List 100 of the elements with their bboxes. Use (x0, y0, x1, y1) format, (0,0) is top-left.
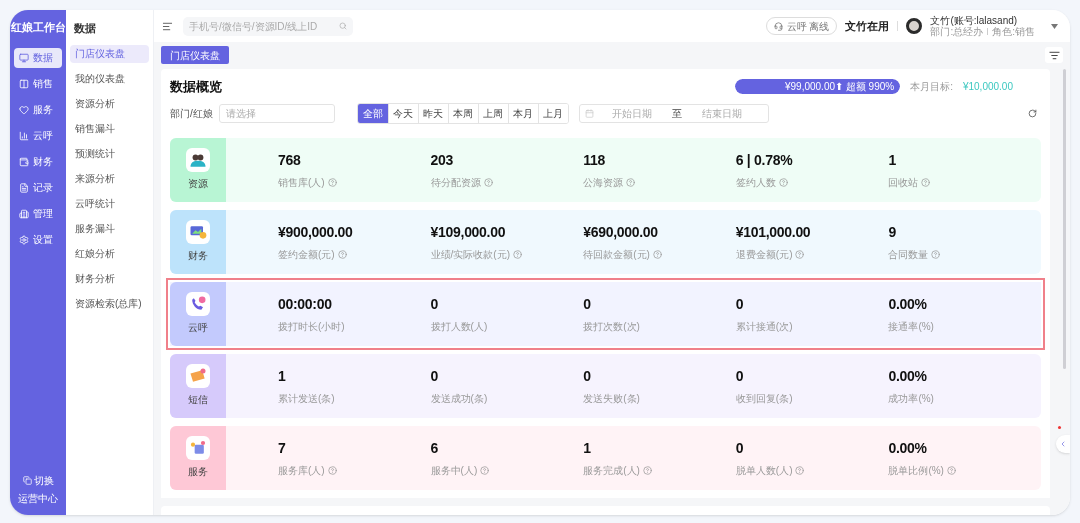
help-icon[interactable] (327, 465, 337, 475)
stat-value: 7 (278, 438, 287, 458)
service-icon (186, 436, 210, 460)
stat-value: 118 (583, 150, 606, 170)
stat-value: 0 (430, 294, 440, 314)
collapse-handle[interactable] (1056, 435, 1070, 453)
stat-label: 业绩/实际收款(元) (430, 247, 511, 262)
user-avatar[interactable] (906, 18, 923, 34)
stat-value: 1 (888, 150, 897, 170)
nav-item[interactable]: 记录 (14, 177, 62, 198)
help-icon[interactable] (337, 249, 347, 259)
nav-item[interactable]: 服务 (14, 99, 62, 120)
stat-value: ¥109,000.00 (430, 222, 507, 242)
category-label: 服务 (188, 465, 208, 479)
user-role: 角色:销售 (992, 26, 1035, 37)
category-label: 云呼 (188, 321, 208, 335)
stat-label: 接通率(%) (888, 319, 934, 334)
stat-value: 6 (430, 438, 440, 458)
stat-value: ¥101,000.00 (735, 222, 812, 242)
nav-item[interactable]: 设置 (14, 229, 62, 250)
nav-icon (19, 208, 29, 219)
category-label: 短信 (188, 393, 208, 407)
help-icon[interactable] (513, 249, 523, 259)
stat-label: 待分配资源 (430, 175, 481, 190)
stat-label: 发送成功(条) (430, 391, 488, 406)
switch-button[interactable]: 切换 (22, 473, 54, 488)
submenu-item[interactable]: 来源分析 (70, 169, 149, 188)
menu-icon[interactable] (162, 20, 173, 32)
nav-item[interactable]: 财务 (14, 151, 62, 172)
nav-icon (19, 78, 29, 89)
switch-target: 运营中心 (18, 492, 58, 506)
filter-label: 部门/红娘 (170, 106, 213, 121)
help-icon[interactable] (795, 465, 805, 475)
submenu-item[interactable]: 销售漏斗 (70, 119, 149, 138)
target-value: ¥10,000.00 (962, 80, 1013, 95)
period-tab[interactable]: 全部 (357, 103, 388, 123)
submenu-item[interactable]: 云呼统计 (70, 194, 149, 213)
help-icon[interactable] (946, 465, 956, 475)
refresh-icon[interactable] (1028, 108, 1037, 118)
submenu-item[interactable]: 资源分析 (70, 94, 149, 113)
stat-label: 公海资源 (583, 175, 624, 190)
submenu-item[interactable]: 资源检索(总库) (70, 294, 149, 313)
nav-icon (19, 104, 29, 115)
user-department: 部门:总经办 (930, 26, 984, 37)
stat-value: 0.00% (888, 438, 928, 458)
help-icon[interactable] (778, 177, 788, 187)
nav-icon (19, 52, 29, 63)
submenu-item[interactable]: 财务分析 (70, 269, 149, 288)
progress-text: ¥99,000.00⬆ 超额 990% (784, 80, 895, 95)
page-tab[interactable]: 门店仪表盘 (161, 46, 229, 64)
help-icon[interactable] (642, 465, 652, 475)
in-use-label: 文竹在用 (845, 18, 890, 34)
stat-label: 拨打次数(次) (583, 319, 640, 334)
period-tab[interactable]: 上月 (537, 103, 568, 123)
stat-value: 0 (430, 366, 440, 386)
stat-value: 9 (888, 222, 897, 242)
category-label: 财务 (188, 249, 208, 263)
help-icon[interactable] (480, 465, 490, 475)
stat-value: 0 (735, 366, 745, 386)
stat-label: 发送失败(条) (583, 391, 640, 406)
submenu-title: 数据 (73, 21, 97, 36)
help-icon[interactable] (483, 177, 493, 187)
category-label: 资源 (188, 177, 208, 191)
help-icon[interactable] (931, 249, 941, 259)
help-icon[interactable] (795, 249, 805, 259)
people-icon (186, 148, 210, 172)
stat-label: 回收站 (888, 175, 919, 190)
submenu-item[interactable]: 红娘分析 (70, 244, 149, 263)
stat-value: 1 (278, 366, 287, 386)
help-icon[interactable] (327, 177, 337, 187)
stat-value: 0.00% (888, 294, 928, 314)
stat-label: 成功率(%) (888, 391, 934, 406)
stat-label: 累计发送(条) (278, 391, 335, 406)
headset-icon (773, 21, 783, 31)
submenu-item[interactable]: 我的仪表盘 (70, 69, 149, 88)
help-icon[interactable] (921, 177, 931, 187)
stat-value: 0.00% (888, 366, 928, 386)
stat-label: 签约人数 (735, 175, 776, 190)
nav-item[interactable]: 数据 (14, 47, 62, 68)
submenu-item[interactable]: 服务漏斗 (70, 219, 149, 238)
stat-label: 服务中(人) (430, 463, 478, 478)
brand-title: 红娘工作台 (10, 20, 66, 35)
stat-label: 签约金额(元) (278, 247, 335, 262)
submenu-item[interactable]: 门店仪表盘 (70, 44, 149, 63)
nav-item[interactable]: 管理 (14, 203, 62, 224)
list-icon[interactable] (1045, 47, 1063, 63)
help-icon[interactable] (626, 177, 636, 187)
stat-value: 00:00:00 (278, 294, 333, 314)
nav-item[interactable]: 销售 (14, 73, 62, 94)
stat-label: 累计接通(次) (735, 319, 793, 334)
stat-value: 1 (583, 438, 592, 458)
nav-item[interactable]: 云呼 (14, 125, 62, 146)
phone-icon (186, 292, 210, 316)
stat-value: 0 (735, 294, 745, 314)
search-icon[interactable] (339, 22, 347, 30)
submenu-item[interactable]: 预测统计 (70, 144, 149, 163)
dropdown-caret-icon[interactable] (1051, 23, 1058, 29)
filter-select[interactable]: 请选择 (218, 103, 335, 123)
help-icon[interactable] (652, 249, 662, 259)
stat-label: 退费金额(元) (735, 247, 793, 262)
